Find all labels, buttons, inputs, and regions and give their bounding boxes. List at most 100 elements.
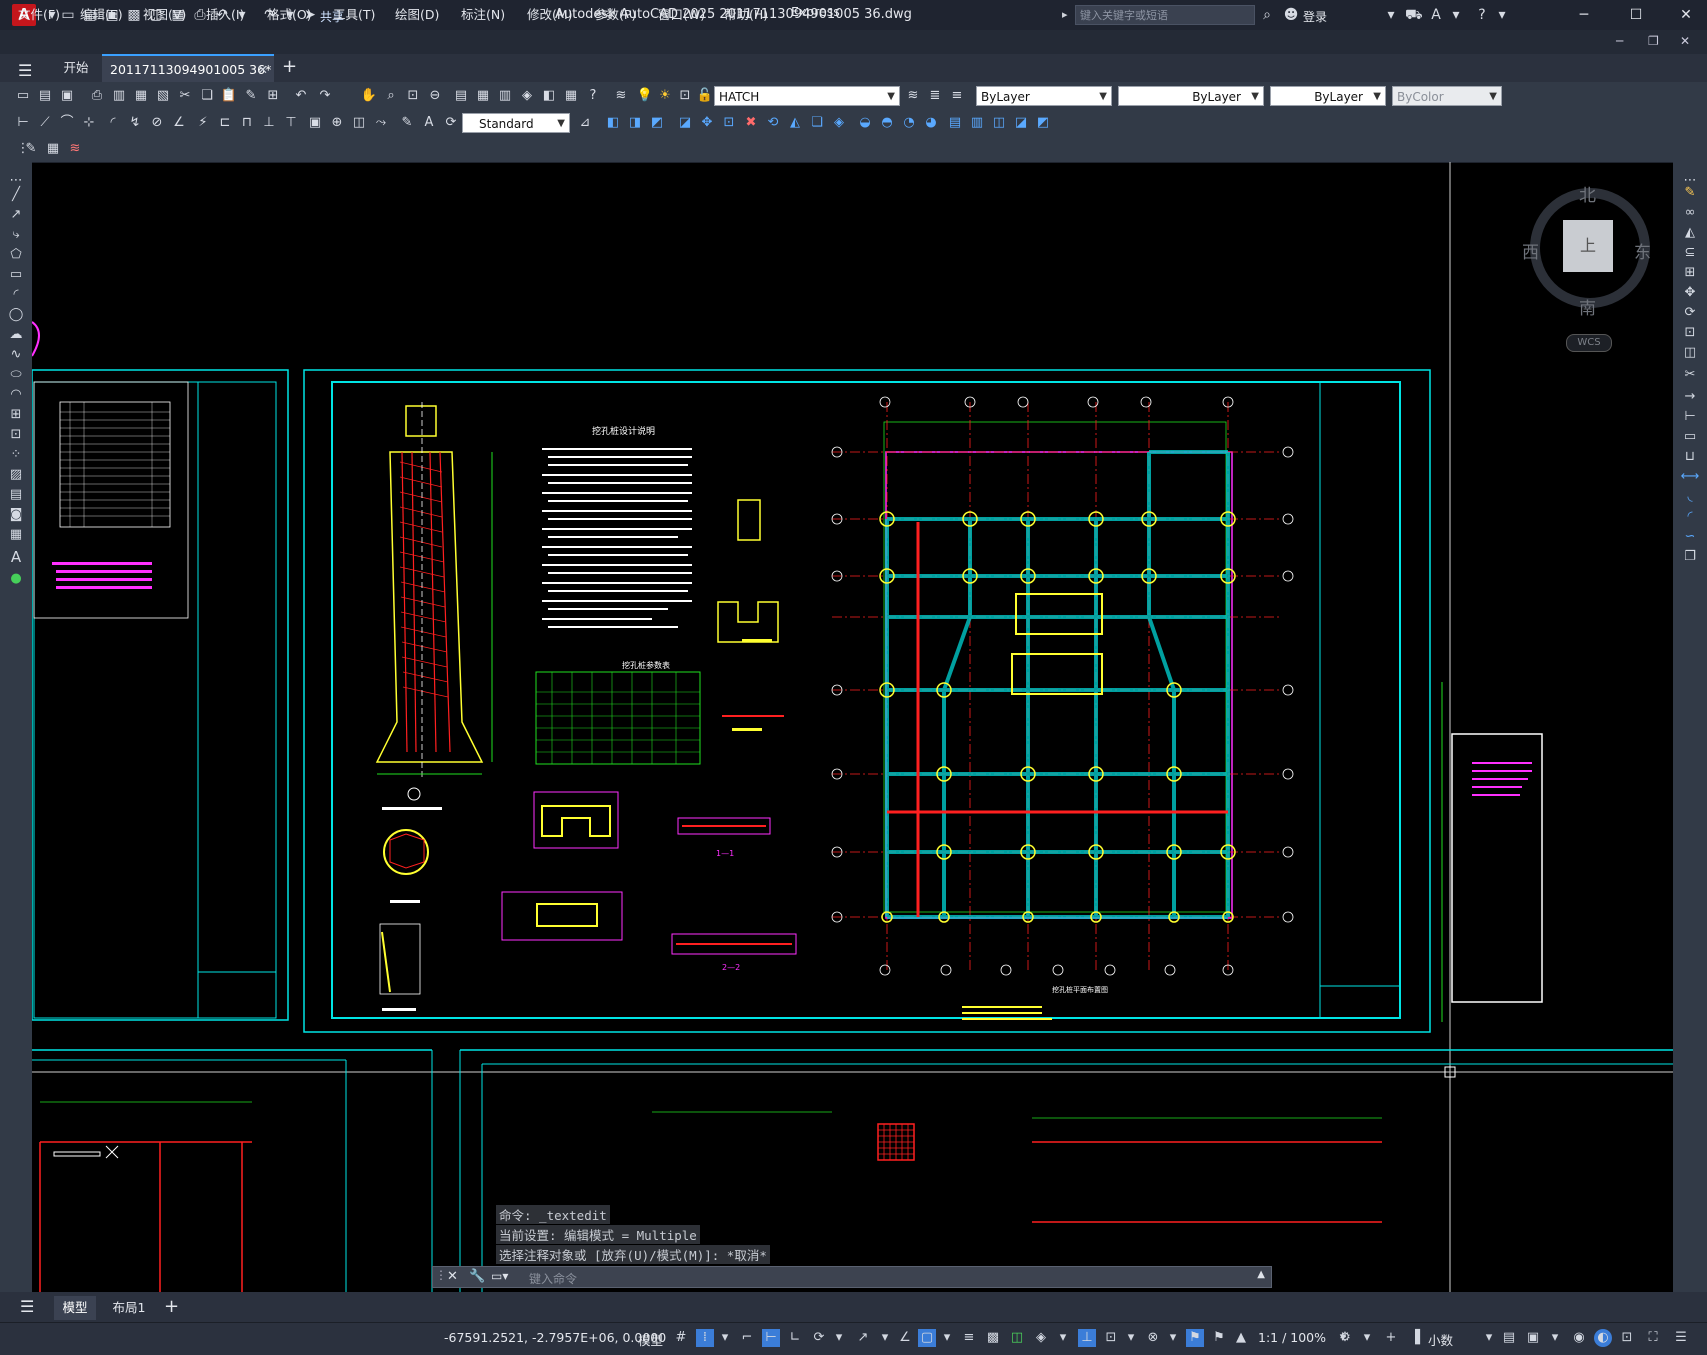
dim-style-manager-icon[interactable]: ⊿ [576,114,594,132]
multiline-text-icon[interactable]: A [6,548,26,566]
erase-icon[interactable]: ✎ [1680,184,1700,202]
search-icon[interactable]: ⌕ [1259,7,1275,23]
object-snap-icon[interactable]: ▢ [918,1329,936,1347]
customization-icon[interactable]: ⛶ [1644,1329,1662,1347]
polar-tracking-icon[interactable]: ⟳ [810,1329,828,1347]
move-faces-icon[interactable]: ✥ [698,114,716,132]
construction-line-icon[interactable]: ↗ [6,206,26,224]
annotation-monitor-icon[interactable]: + [1382,1329,1400,1347]
tool-palettes-icon[interactable]: ▥ [496,87,514,105]
doc-minimize-button[interactable]: ─ [1616,34,1623,48]
selection-filter-icon[interactable]: ⊡ [1102,1329,1120,1347]
color-faces-icon[interactable]: ◈ [830,114,848,132]
spline-icon[interactable]: ∿ [6,346,26,364]
intersect-icon[interactable]: ◩ [648,114,666,132]
layer-viewport-icon[interactable]: ⊡ [676,87,694,105]
quick-calc-icon[interactable]: ▦ [562,87,580,105]
make-block-icon[interactable]: ⊡ [6,426,26,444]
search-input[interactable]: 键入关键字或短语 [1075,5,1255,25]
trim-icon[interactable]: ✂ [1680,366,1700,384]
explode-icon[interactable]: ❐ [1680,548,1700,566]
zoom-window-icon[interactable]: ⊡ [404,87,422,105]
chamfer-icon[interactable]: ⟷ [1680,468,1700,486]
zoom-realtime-icon[interactable]: ⌕ [382,87,400,105]
polar-dropdown-icon[interactable]: ▾ [830,1329,848,1347]
hardware-acceleration-icon[interactable]: ◐ [1594,1329,1612,1347]
polyline-icon[interactable]: ⤷ [6,226,26,244]
login-button[interactable]: 登录 [1303,8,1327,25]
tab-model[interactable]: 模型 [54,1296,96,1320]
infer-constraints-icon[interactable]: ⌐ [738,1329,756,1347]
gizmo-icon[interactable]: ⊗ [1144,1329,1162,1347]
break-icon[interactable]: ▭ [1680,428,1700,446]
table-icon[interactable]: ▦ [6,526,26,544]
slice-icon[interactable]: ◫ [990,114,1008,132]
cut-icon[interactable]: ✂ [176,87,194,105]
layer-properties-icon[interactable]: ≋ [612,87,630,105]
block-editor-icon[interactable]: ⊞ [264,87,282,105]
drawing-canvas[interactable]: 挖孔桩设计说明 挖孔桩参数表 1—1 2—2 挖孔桩平面布置图 [32,162,1673,1292]
maximize-button[interactable]: ☐ [1622,4,1650,26]
open-icon[interactable]: ▤ [36,87,54,105]
gizmo-dropdown-icon[interactable]: ▾ [1164,1329,1182,1347]
plotstyle-dropdown[interactable]: ByColor ▼ [1392,86,1502,106]
dim-edit-icon[interactable]: ✎ [398,114,416,132]
paste-icon[interactable]: 📋 [220,87,238,105]
print-preview-icon[interactable]: ▥ [110,87,128,105]
taper-faces-icon[interactable]: ◭ [786,114,804,132]
break-point-icon[interactable]: ⊢ [1680,408,1700,426]
compass-north[interactable]: 北 [1579,181,1596,206]
3d-osnap-dropdown-icon[interactable]: ▾ [1054,1329,1072,1347]
delete-faces-icon[interactable]: ✖ [742,114,760,132]
menu-format[interactable]: 格式(O) [267,4,312,23]
command-input[interactable]: 键入命令 [529,1270,577,1287]
revision-cloud-icon[interactable]: ☁ [6,326,26,344]
dim-space-icon[interactable]: ⊥ [260,114,278,132]
command-line[interactable]: ⋮ ✕ 🔧 ▭▾ 键入命令 ▲ [432,1266,1272,1288]
autodesk-app-icon[interactable]: A [1428,7,1444,23]
extrude-faces-icon[interactable]: ◪ [676,114,694,132]
subtract-icon[interactable]: ◨ [626,114,644,132]
menu-tools[interactable]: 工具(T) [333,4,375,23]
fillet-icon[interactable]: ◟ [1680,488,1700,506]
app-dropdown-icon[interactable]: ▾ [1448,7,1464,23]
lineweight-dropdown[interactable]: ByLayer ▼ [1270,86,1386,106]
wcs-menu-button[interactable]: WCS [1566,334,1612,352]
redo-icon[interactable]: ↷ [316,87,334,105]
new-file-icon[interactable]: ▭ [60,7,76,23]
export-icon[interactable]: ▧ [154,87,172,105]
annotation-scale-value[interactable]: 1:1 / 100% [1258,1330,1326,1345]
make-current-layer-icon[interactable]: ≋ [904,87,922,105]
rotate-icon[interactable]: ⟳ [1680,304,1700,322]
user-icon[interactable]: ☻ [1283,7,1299,23]
cart-icon[interactable]: ⛟ [1405,7,1423,23]
status-menu-icon[interactable]: ☰ [1672,1329,1690,1347]
model-space-toggle[interactable]: 模型 [638,1330,663,1349]
object-snap-dropdown-icon[interactable]: ▾ [938,1329,956,1347]
offset-faces-icon[interactable]: ⊡ [720,114,738,132]
linetype-dropdown[interactable]: ByLayer ▼ [1118,86,1264,106]
auto-scale-icon[interactable]: ⚑ [1210,1329,1228,1347]
move-icon[interactable]: ✥ [1680,284,1700,302]
table-edit-icon[interactable]: ▦ [44,140,62,158]
pan-icon[interactable]: ✋ [360,87,378,105]
object-snap-tracking-icon[interactable]: ∠ [896,1329,914,1347]
markup-icon[interactable]: ◧ [540,87,558,105]
layer-state-icon[interactable]: ≡ [948,87,966,105]
menu-parametric[interactable]: 参数(P) [594,4,636,23]
close-button[interactable]: ✕ [1672,4,1700,26]
point-icon[interactable]: ⁘ [6,446,26,464]
copy-faces-icon[interactable]: ❏ [808,114,826,132]
help-icon[interactable]: ? [1474,7,1490,23]
3d-osnap-icon[interactable]: ◈ [1032,1329,1050,1347]
units-dropdown-icon[interactable]: ▾ [1480,1329,1498,1347]
copy-object-icon[interactable]: ∞ [1680,204,1700,222]
menu-dimension[interactable]: 标注(N) [461,4,505,23]
radius-dim-icon[interactable]: ◜ [104,114,122,132]
layout-menu-icon[interactable]: ☰ [20,1297,34,1316]
menu-help[interactable]: 帮助(H) [724,4,768,23]
selection-filter-dropdown-icon[interactable]: ▾ [1122,1329,1140,1347]
layer-previous-icon[interactable]: ≣ [926,87,944,105]
coordinate-readout[interactable]: -67591.2521, -2.7957E+06, 0.0000 [444,1330,666,1345]
interfere-icon[interactable]: ◩ [1034,114,1052,132]
